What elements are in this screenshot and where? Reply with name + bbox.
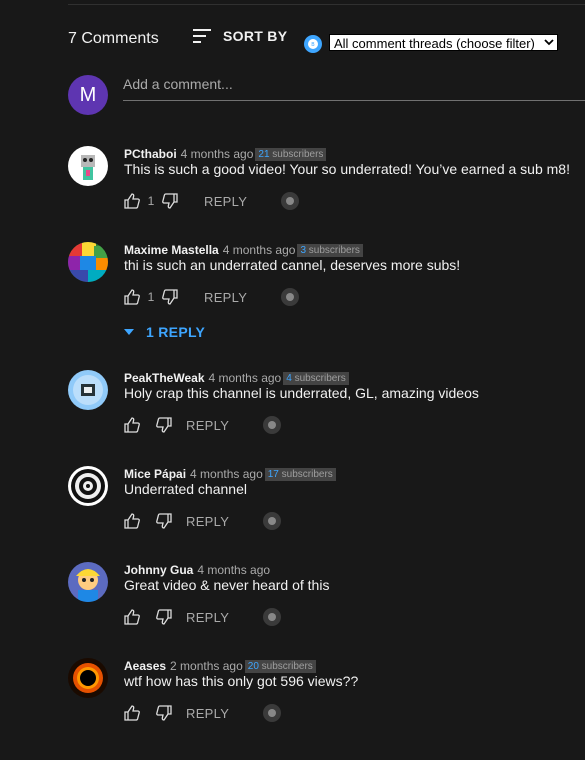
subscriber-count: 3: [300, 244, 306, 256]
subscriber-count: 17: [267, 468, 279, 480]
comment-text: wtf how has this only got 596 views??: [124, 673, 359, 689]
comment-time[interactable]: 4 months ago: [197, 563, 270, 577]
avatar[interactable]: [68, 466, 108, 506]
comment-author[interactable]: Mice Pápai: [124, 467, 186, 481]
thumbs-up-icon[interactable]: [124, 289, 140, 305]
extension-icon[interactable]: [263, 608, 282, 626]
chevron-down-icon: [544, 39, 554, 46]
subscriber-badge: 20 subscribers: [244, 659, 316, 673]
thumbs-down-icon[interactable]: [162, 289, 178, 305]
thumbs-down-icon[interactable]: [156, 609, 172, 625]
reply-button[interactable]: REPLY: [186, 418, 229, 433]
thumbs-down-icon[interactable]: [156, 513, 172, 529]
avatar[interactable]: [68, 370, 108, 410]
subscriber-badge: 4 subscribers: [283, 371, 349, 385]
reply-button[interactable]: REPLY: [186, 706, 229, 721]
thumbs-up-icon[interactable]: [124, 705, 140, 721]
extension-icon[interactable]: [281, 288, 300, 306]
add-comment-row: M Add a comment...: [68, 74, 585, 116]
extension-icon[interactable]: [263, 512, 282, 530]
comments-header: 7 Comments SORT BY B All comment threads…: [68, 28, 585, 56]
comment-author[interactable]: Johnny Gua: [124, 563, 193, 577]
comment-author[interactable]: PeakTheWeak: [124, 371, 205, 385]
thumbs-down-icon[interactable]: [156, 417, 172, 433]
like-count: 1: [147, 290, 155, 304]
thumbs-up-icon[interactable]: [124, 417, 140, 433]
comment-text: Holy crap this channel is underrated, GL…: [124, 385, 479, 401]
avatar[interactable]: [68, 146, 108, 186]
avatar[interactable]: M: [68, 75, 108, 115]
comment-actions: REPLY: [124, 607, 282, 627]
subscriber-count: 21: [258, 148, 270, 160]
replies-label: 1 REPLY: [146, 324, 206, 340]
comment-author[interactable]: PCthaboi: [124, 147, 177, 161]
comment-text: Great video & never heard of this: [124, 577, 330, 593]
reply-button[interactable]: REPLY: [204, 194, 247, 209]
comment-time[interactable]: 4 months ago: [223, 243, 296, 257]
sort-by-button[interactable]: SORT BY: [193, 28, 287, 44]
thumbs-up-icon[interactable]: [124, 193, 140, 209]
thumbs-up-icon[interactable]: [124, 513, 140, 529]
reply-button[interactable]: REPLY: [204, 290, 247, 305]
avatar[interactable]: [68, 658, 108, 698]
reply-button[interactable]: REPLY: [186, 514, 229, 529]
comment-time[interactable]: 2 months ago: [170, 659, 243, 673]
subscriber-badge: 21 subscribers: [255, 147, 327, 161]
add-comment-input[interactable]: Add a comment...: [123, 76, 585, 101]
comment-actions: 1 REPLY: [124, 287, 300, 307]
svg-text:B: B: [311, 42, 315, 48]
caret-down-icon: [124, 329, 134, 335]
comment-author[interactable]: Aeases: [124, 659, 166, 673]
sort-icon: [193, 29, 211, 43]
comment-actions: REPLY: [124, 511, 282, 531]
subscriber-word: subscribers: [281, 468, 333, 480]
subscriber-count: 4: [286, 372, 292, 384]
extension-icon[interactable]: [263, 416, 282, 434]
subscriber-word: subscribers: [294, 372, 346, 384]
subscriber-word: subscribers: [261, 660, 313, 672]
comment-time[interactable]: 4 months ago: [209, 371, 282, 385]
comment-actions: REPLY: [124, 703, 282, 723]
subscriber-count: 20: [247, 660, 259, 672]
sort-label: SORT BY: [223, 28, 288, 44]
thumbs-up-icon[interactable]: [124, 609, 140, 625]
subscriber-badge: 3 subscribers: [297, 243, 363, 257]
subscriber-word: subscribers: [308, 244, 360, 256]
like-count: 1: [147, 194, 155, 208]
comment-filter-select[interactable]: All comment threads (choose filter): [329, 34, 558, 51]
comment-text: thi is such an underrated cannel, deserv…: [124, 257, 461, 273]
comment-author[interactable]: Maxime Mastella: [124, 243, 219, 257]
comment-text: This is such a good video! Your so under…: [124, 161, 570, 177]
comment-actions: REPLY: [124, 415, 282, 435]
avatar[interactable]: [68, 242, 108, 282]
avatar[interactable]: [68, 562, 108, 602]
view-replies-button[interactable]: 1 REPLY: [124, 324, 205, 340]
comment-count: 7 Comments: [68, 30, 159, 47]
subscriber-word: subscribers: [272, 148, 324, 160]
thumbs-down-icon[interactable]: [162, 193, 178, 209]
subscriber-badge: 17 subscribers: [264, 467, 336, 481]
reply-button[interactable]: REPLY: [186, 610, 229, 625]
extension-icon[interactable]: [281, 192, 300, 210]
comment-time[interactable]: 4 months ago: [181, 147, 254, 161]
comment-text: Underrated channel: [124, 481, 247, 497]
comment-time[interactable]: 4 months ago: [190, 467, 263, 481]
filter-value: All comment threads (choose filter): [334, 36, 535, 51]
extension-icon[interactable]: [263, 704, 282, 722]
comment-actions: 1 REPLY: [124, 191, 300, 211]
extension-icon[interactable]: B: [304, 35, 322, 53]
divider: [68, 4, 585, 5]
thumbs-down-icon[interactable]: [156, 705, 172, 721]
